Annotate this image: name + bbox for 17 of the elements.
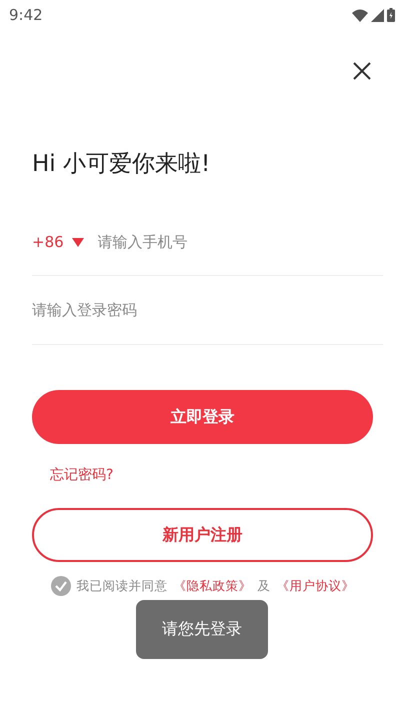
signal-icon bbox=[371, 8, 384, 22]
forgot-password-link[interactable]: 忘记密码? bbox=[50, 466, 114, 484]
login-button[interactable]: 立即登录 bbox=[32, 390, 373, 444]
register-button[interactable]: 新用户注册 bbox=[32, 508, 373, 562]
status-time: 9:42 bbox=[9, 6, 43, 24]
dropdown-icon bbox=[72, 238, 84, 246]
close-button[interactable] bbox=[351, 60, 373, 82]
country-code-selector[interactable]: +86 bbox=[32, 233, 84, 251]
privacy-policy-link[interactable]: 《隐私政策》 bbox=[174, 578, 252, 594]
agreement-text: 我已阅读并同意 bbox=[76, 578, 168, 594]
battery-icon bbox=[387, 8, 395, 22]
wifi-icon bbox=[352, 8, 368, 22]
login-toast: 请您先登录 bbox=[136, 600, 268, 659]
greeting-title: Hi 小可爱你来啦! bbox=[32, 150, 212, 179]
user-agreement-link[interactable]: 《用户协议》 bbox=[276, 578, 354, 594]
agreement-joiner: 及 bbox=[258, 578, 270, 594]
agree-checkbox[interactable] bbox=[50, 576, 70, 596]
